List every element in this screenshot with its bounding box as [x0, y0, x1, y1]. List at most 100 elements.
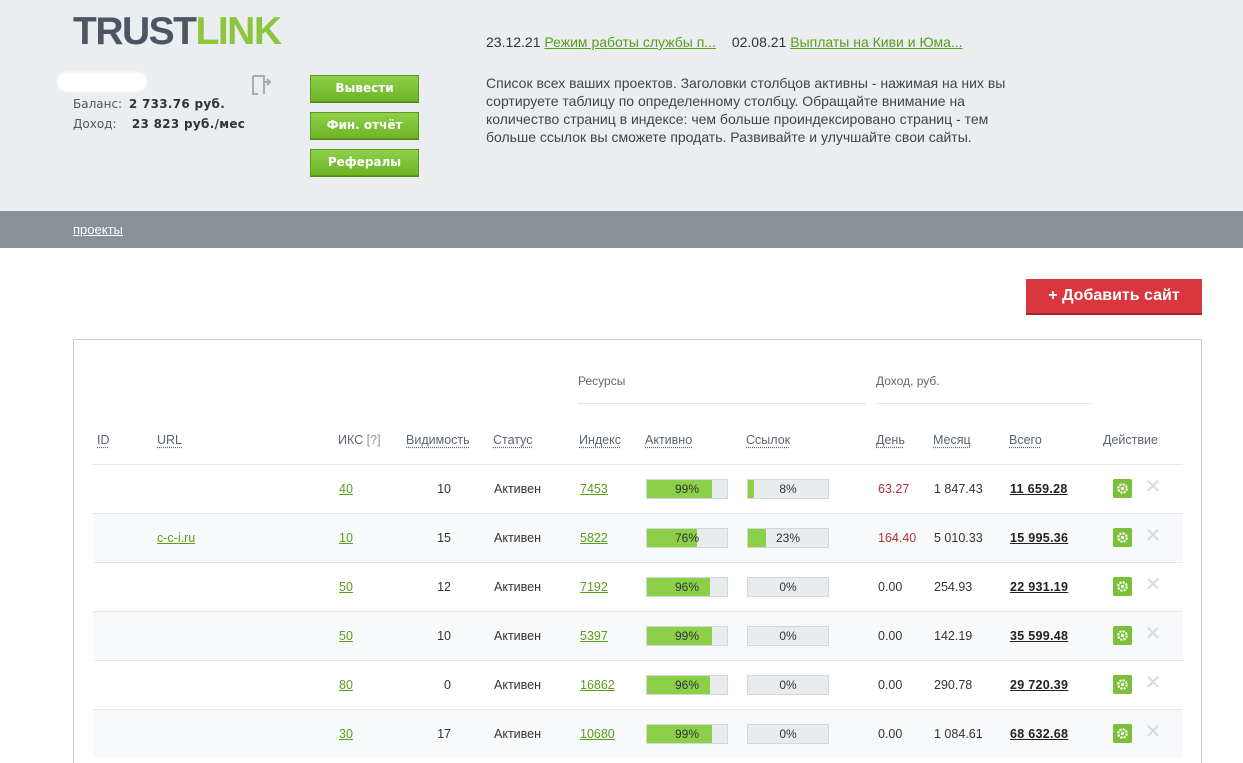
- active-progress: 76%: [646, 528, 728, 548]
- redacted-url: [93, 477, 285, 499]
- status-value: Активен: [494, 629, 542, 643]
- gear-icon[interactable]: [1113, 626, 1132, 645]
- logout-icon[interactable]: [250, 72, 274, 98]
- income-month-value: 1 847.43: [934, 482, 983, 496]
- col-total[interactable]: Всего: [1009, 433, 1042, 447]
- iks-link[interactable]: 40: [339, 465, 353, 513]
- balance-value: 2 733.76 руб.: [128, 97, 226, 111]
- site-url-link[interactable]: c-c-i.ru: [157, 514, 195, 562]
- gear-icon[interactable]: [1113, 577, 1132, 596]
- col-links[interactable]: Ссылок: [746, 433, 790, 447]
- iks-link[interactable]: 10: [339, 514, 353, 562]
- username-redacted: [57, 72, 147, 92]
- gear-icon[interactable]: [1113, 479, 1132, 498]
- col-visibility[interactable]: Видимость: [406, 433, 470, 447]
- active-progress: 99%: [646, 626, 728, 646]
- delete-icon[interactable]: ✕: [1143, 624, 1163, 644]
- links-progress: 8%: [747, 479, 829, 499]
- info-text: Список всех ваших проектов. Заголовки ст…: [486, 75, 1006, 145]
- trustlink-logo[interactable]: TRUSTLINK: [73, 12, 282, 52]
- visibility-value: 12: [437, 580, 451, 594]
- active-progress: 96%: [646, 577, 728, 597]
- table-row: 40 10 Активен 7453 99% 8% 63.27 1 847.43 11 659.…: [93, 464, 1183, 512]
- gear-icon[interactable]: [1113, 675, 1132, 694]
- income-month-value: 1 084.61: [934, 727, 983, 741]
- gear-icon[interactable]: [1113, 528, 1132, 547]
- income-total-link[interactable]: 22 931.19: [1010, 563, 1068, 611]
- news-date: 02.08.21: [731, 34, 787, 50]
- col-day[interactable]: День: [876, 433, 905, 447]
- links-progress: 0%: [747, 724, 829, 744]
- income-day-value: 164.40: [878, 531, 917, 545]
- income-month-value: 254.93: [934, 580, 973, 594]
- index-link[interactable]: 5822: [580, 514, 608, 562]
- iks-link[interactable]: 30: [339, 710, 353, 758]
- col-index[interactable]: Индекс: [579, 433, 621, 447]
- visibility-value: 15: [437, 531, 451, 545]
- index-link[interactable]: 16862: [580, 661, 615, 709]
- add-site-button[interactable]: + Добавить сайт: [1026, 279, 1202, 315]
- withdraw-button[interactable]: Вывести: [310, 75, 419, 102]
- delete-icon[interactable]: ✕: [1143, 673, 1163, 693]
- income-total-link[interactable]: 29 720.39: [1010, 661, 1068, 709]
- delete-icon[interactable]: ✕: [1143, 477, 1163, 497]
- table-row: c-c-i.ru 10 15 Активен 5822 76% 23% 164.40 5 010…: [93, 513, 1183, 561]
- col-status[interactable]: Статус: [493, 433, 533, 447]
- active-progress-label: 99%: [674, 629, 700, 643]
- links-progress: 0%: [747, 577, 829, 597]
- index-link[interactable]: 10680: [580, 710, 615, 758]
- status-value: Активен: [494, 531, 542, 545]
- delete-icon[interactable]: ✕: [1143, 526, 1163, 546]
- news-link[interactable]: Режим работы службы п...: [544, 34, 716, 50]
- iks-link[interactable]: 50: [339, 563, 353, 611]
- referrals-button[interactable]: Рефералы: [310, 149, 419, 176]
- income-month-value: 5 010.33: [934, 531, 983, 545]
- col-month[interactable]: Месяц: [933, 433, 971, 447]
- income-total-link[interactable]: 11 659.28: [1010, 465, 1068, 513]
- delete-icon[interactable]: ✕: [1143, 722, 1163, 742]
- status-value: Активен: [494, 580, 542, 594]
- header: TRUSTLINK Баланс: 2 733.76 руб. Доход: 2…: [0, 0, 1243, 211]
- gear-icon[interactable]: [1113, 724, 1132, 743]
- news-bar: 23.12.21 Режим работы службы п... 02.08.…: [486, 34, 963, 50]
- links-progress-label: 0%: [779, 727, 797, 741]
- balance-row: Баланс: 2 733.76 руб.: [73, 97, 225, 111]
- status-value: Активен: [494, 678, 542, 692]
- col-id[interactable]: ID: [97, 433, 110, 447]
- income-day-value: 63.27: [878, 482, 910, 496]
- col-url[interactable]: URL: [157, 433, 182, 447]
- col-iks[interactable]: ИКС [?]: [338, 433, 381, 447]
- iks-link[interactable]: 80: [339, 661, 353, 709]
- income-total-link[interactable]: 35 599.48: [1010, 612, 1068, 660]
- index-link[interactable]: 7192: [580, 563, 608, 611]
- balance-label: Баланс:: [73, 97, 123, 111]
- active-progress-label: 99%: [674, 727, 700, 741]
- table-row: 80 0 Активен 16862 96% 0% 0.00 290.78 29 720.39 ✕: [93, 660, 1183, 708]
- group-header-income: Доход, руб.: [876, 374, 940, 388]
- income-day-value: 0.00: [878, 678, 903, 692]
- index-link[interactable]: 5397: [580, 612, 608, 660]
- news-link[interactable]: Выплаты на Киви и Юма...: [790, 34, 962, 50]
- breadcrumb-projects[interactable]: проекты: [73, 222, 123, 237]
- links-progress: 0%: [747, 675, 829, 695]
- active-progress-label: 96%: [674, 678, 700, 692]
- news-date: 23.12.21: [486, 34, 541, 50]
- index-link[interactable]: 7453: [580, 465, 608, 513]
- iks-link[interactable]: 50: [339, 612, 353, 660]
- income-total-link[interactable]: 15 995.36: [1010, 514, 1068, 562]
- active-progress-label: 76%: [674, 531, 700, 545]
- col-active[interactable]: Активно: [645, 433, 692, 447]
- iks-help-link[interactable]: [?]: [367, 433, 381, 447]
- visibility-value: 10: [437, 482, 451, 496]
- group-header-resources: Ресурсы: [578, 374, 626, 388]
- income-total-link[interactable]: 68 632.68: [1010, 710, 1068, 758]
- links-progress-label: 0%: [779, 678, 797, 692]
- income-day-value: 0.00: [878, 629, 903, 643]
- active-progress: 96%: [646, 675, 728, 695]
- active-progress-label: 99%: [674, 482, 700, 496]
- fin-report-button[interactable]: Фин. отчёт: [310, 112, 419, 139]
- active-progress-label: 96%: [674, 580, 700, 594]
- table-row: 30 17 Активен 10680 99% 0% 0.00 1 084.61 68 632.…: [93, 709, 1183, 757]
- delete-icon[interactable]: ✕: [1143, 575, 1163, 595]
- links-progress: 23%: [747, 528, 829, 548]
